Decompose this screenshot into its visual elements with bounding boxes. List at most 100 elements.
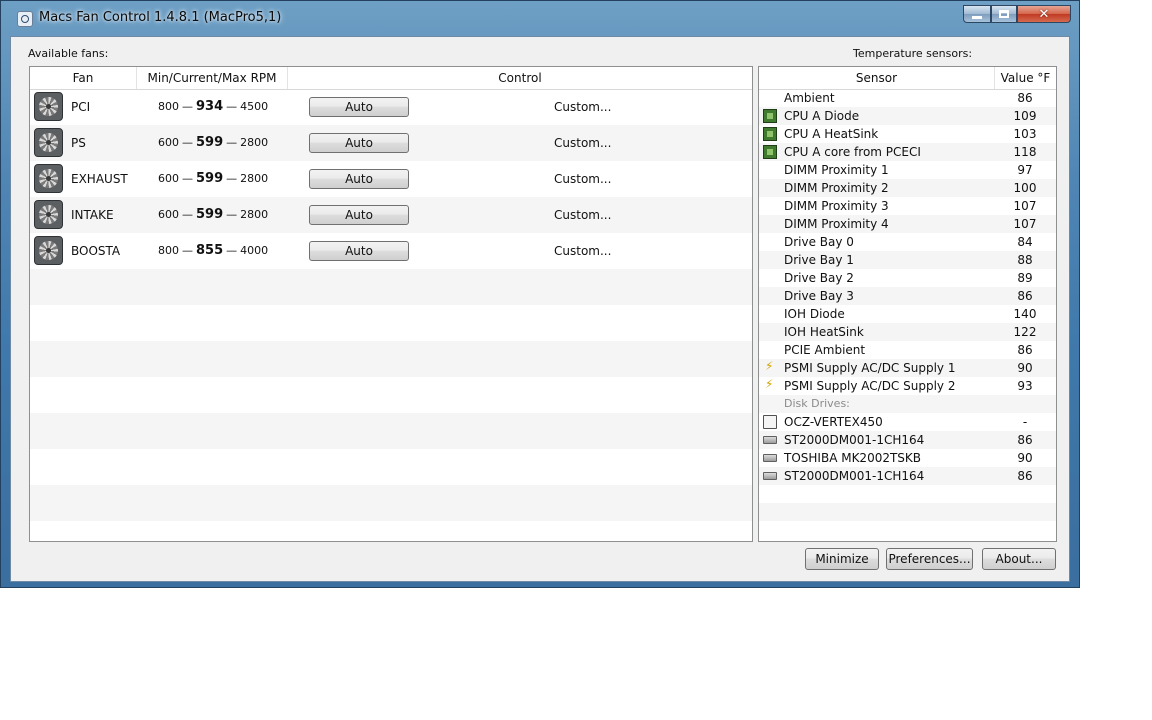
auto-button[interactable]: Auto	[309, 133, 409, 153]
table-row[interactable]: INTAKE 600—599—2800 Auto Custom...	[30, 197, 752, 233]
power-bolt-icon: ⚡	[765, 377, 774, 391]
fan-icon	[34, 164, 63, 193]
window-minimize-button[interactable]	[963, 5, 991, 23]
app-window: Macs Fan Control 1.4.8.1 (MacPro5,1) ✕ A…	[0, 0, 1080, 588]
sensor-name: CPU A core from PCECI	[784, 145, 921, 159]
sensor-value: 90	[1017, 451, 1033, 465]
sensor-name: Disk Drives:	[784, 397, 850, 410]
control-column-header[interactable]: Control	[288, 67, 752, 89]
sensor-row[interactable]: Drive Bay 1 88	[759, 251, 1056, 269]
sensors-table-body: Ambient 86 CPU A Diode 109 CPU A HeatSink 103…	[759, 89, 1056, 521]
sensors-table-header: Sensor Value °F	[759, 67, 1056, 90]
fan-icon	[34, 92, 63, 121]
sensor-value: 122	[1013, 325, 1037, 339]
fan-min-rpm: 600	[158, 172, 179, 185]
fan-name: PCI	[71, 100, 91, 114]
rpm-column-header[interactable]: Min/Current/Max RPM	[137, 67, 288, 89]
sensor-value: -	[1022, 415, 1028, 429]
sensor-row[interactable]: ST2000DM001-1CH164 86	[759, 467, 1056, 485]
fan-icon	[34, 128, 63, 157]
sensor-name: DIMM Proximity 3	[784, 199, 889, 213]
sensor-row[interactable]: ST2000DM001-1CH164 86	[759, 431, 1056, 449]
fan-current-rpm: 934	[196, 99, 224, 114]
preferences-button[interactable]: Preferences...	[886, 548, 973, 570]
fan-rpm: 600—599—2800	[158, 207, 269, 222]
sensor-name: Drive Bay 3	[784, 289, 854, 303]
sensor-name: Drive Bay 1	[784, 253, 854, 267]
close-icon: ✕	[1038, 6, 1050, 22]
sensor-row[interactable]: Drive Bay 3 86	[759, 287, 1056, 305]
sensor-row[interactable]: ⚡ PSMI Supply AC/DC Supply 1 90	[759, 359, 1056, 377]
table-row[interactable]: EXHAUST 600—599—2800 Auto Custom...	[30, 161, 752, 197]
sensor-name: Ambient	[784, 91, 835, 105]
sensor-row[interactable]: ⚡ PSMI Supply AC/DC Supply 2 93	[759, 377, 1056, 395]
hard-drive-icon	[763, 436, 777, 444]
sensor-row[interactable]: IOH HeatSink 122	[759, 323, 1056, 341]
sensor-row[interactable]: DIMM Proximity 1 97	[759, 161, 1056, 179]
sensor-name: IOH Diode	[784, 307, 845, 321]
sensor-name: Drive Bay 2	[784, 271, 854, 285]
sensor-value: 103	[1013, 127, 1037, 141]
hard-drive-icon	[763, 472, 777, 480]
window-controls: ✕	[963, 5, 1071, 23]
table-row[interactable]: PS 600—599—2800 Auto Custom...	[30, 125, 752, 161]
fan-rpm: 800—855—4000	[158, 243, 269, 258]
sensor-value: 140	[1013, 307, 1037, 321]
empty-row	[30, 341, 752, 377]
sensor-row[interactable]: DIMM Proximity 2 100	[759, 179, 1056, 197]
sensor-row[interactable]: CPU A Diode 109	[759, 107, 1056, 125]
sensor-name: IOH HeatSink	[784, 325, 864, 339]
sensor-row[interactable]: CPU A core from PCECI 118	[759, 143, 1056, 161]
sensor-value: 84	[1017, 235, 1033, 249]
fan-icon	[34, 236, 63, 265]
sensor-name: PSMI Supply AC/DC Supply 1	[784, 361, 956, 375]
sensor-row[interactable]: DIMM Proximity 3 107	[759, 197, 1056, 215]
table-row[interactable]: BOOSTA 800—855—4000 Auto Custom...	[30, 233, 752, 269]
sensor-value: 93	[1017, 379, 1033, 393]
title-bar[interactable]: Macs Fan Control 1.4.8.1 (MacPro5,1) ✕	[1, 1, 1079, 37]
empty-row	[30, 269, 752, 305]
sensor-row[interactable]: Drive Bay 0 84	[759, 233, 1056, 251]
auto-button[interactable]: Auto	[309, 241, 409, 261]
custom-link[interactable]: Custom...	[554, 244, 611, 258]
sensor-column-header[interactable]: Sensor	[759, 67, 995, 89]
sensor-row[interactable]: PCIE Ambient 86	[759, 341, 1056, 359]
custom-link[interactable]: Custom...	[554, 100, 611, 114]
sensor-row[interactable]: Ambient 86	[759, 89, 1056, 107]
sensor-row[interactable]: DIMM Proximity 4 107	[759, 215, 1056, 233]
auto-button[interactable]: Auto	[309, 205, 409, 225]
fan-column-header[interactable]: Fan	[30, 67, 137, 89]
about-button[interactable]: About...	[982, 548, 1056, 570]
minimize-button[interactable]: Minimize	[805, 548, 879, 570]
custom-link[interactable]: Custom...	[554, 172, 611, 186]
app-icon[interactable]	[17, 11, 33, 27]
sensor-row[interactable]: OCZ-VERTEX450 -	[759, 413, 1056, 431]
window-maximize-button[interactable]	[991, 5, 1017, 23]
sensor-row[interactable]: CPU A HeatSink 103	[759, 125, 1056, 143]
sensor-value: 118	[1013, 145, 1037, 159]
fan-max-rpm: 4000	[240, 244, 269, 257]
sensor-row[interactable]: IOH Diode 140	[759, 305, 1056, 323]
sensor-row[interactable]: TOSHIBA MK2002TSKB 90	[759, 449, 1056, 467]
sensor-value: 86	[1017, 289, 1033, 303]
sensor-value: 89	[1017, 271, 1033, 285]
fan-name: BOOSTA	[71, 244, 121, 258]
sensor-value: 109	[1013, 109, 1037, 123]
client-area: Available fans: Temperature sensors: Fan…	[10, 36, 1070, 582]
auto-button[interactable]: Auto	[309, 97, 409, 117]
cpu-chip-icon	[763, 145, 777, 159]
sensor-value: 86	[1017, 433, 1033, 447]
value-column-header[interactable]: Value °F	[995, 67, 1056, 89]
sensor-group-header: Disk Drives:	[759, 395, 1056, 413]
empty-row	[30, 449, 752, 485]
empty-row	[30, 521, 752, 541]
custom-link[interactable]: Custom...	[554, 136, 611, 150]
sensor-row[interactable]: Drive Bay 2 89	[759, 269, 1056, 287]
empty-row	[30, 413, 752, 449]
custom-link[interactable]: Custom...	[554, 208, 611, 222]
fan-name: INTAKE	[71, 208, 114, 222]
table-row[interactable]: PCI 800—934—4500 Auto Custom...	[30, 89, 752, 125]
window-close-button[interactable]: ✕	[1017, 5, 1071, 23]
sensors-table: Sensor Value °F Ambient 86 CPU A Diode 109 C…	[758, 66, 1057, 542]
auto-button[interactable]: Auto	[309, 169, 409, 189]
